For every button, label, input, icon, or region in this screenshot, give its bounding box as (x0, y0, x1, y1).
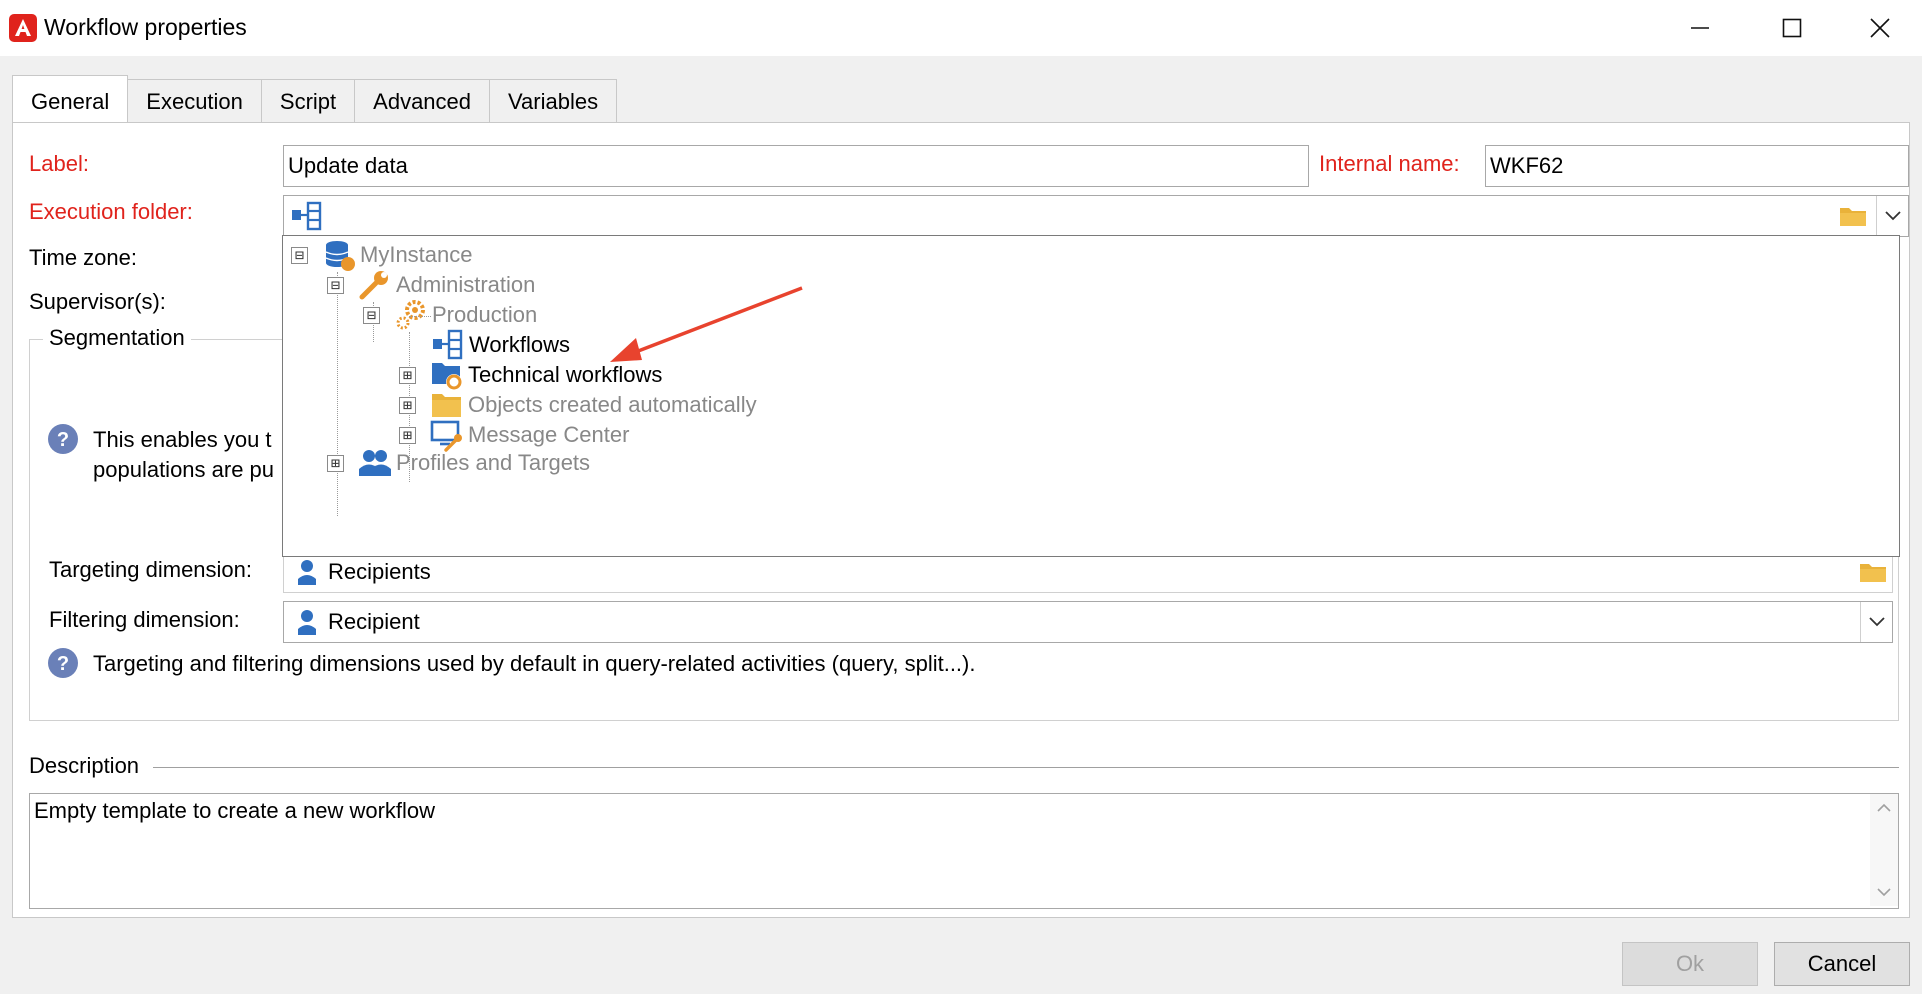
tab-variables[interactable]: Variables (489, 79, 618, 123)
supervisors-caption: Supervisor(s): (29, 289, 166, 314)
chevron-down-icon (1884, 211, 1901, 221)
internal-name-input[interactable]: WKF62 (1485, 145, 1909, 187)
workflow-icon (292, 201, 322, 231)
filtering-dimension-select[interactable]: Recipient (283, 601, 1893, 643)
collapse-icon[interactable]: ⊟ (363, 306, 380, 324)
maximize-icon (1782, 18, 1802, 38)
scroll-down-icon[interactable] (1870, 880, 1898, 904)
gears-icon (396, 300, 425, 330)
segmentation-title: Segmentation (43, 325, 191, 351)
tree-node-label: MyInstance (360, 242, 473, 267)
tree-node-label: Workflows (469, 332, 571, 357)
expand-icon[interactable]: ⊞ (399, 396, 416, 414)
scroll-up-icon[interactable] (1870, 796, 1898, 820)
dimensions-help-text: Targeting and filtering dimensions used … (93, 651, 976, 676)
filtering-dropdown-button[interactable] (1860, 602, 1892, 642)
database-icon (325, 241, 355, 271)
tree-node-label: Production (432, 302, 538, 327)
execution-folder-caption: Execution folder: (29, 199, 193, 224)
folder-icon (1840, 208, 1866, 226)
tree-line (409, 316, 431, 317)
tree-node-myinstance[interactable]: ⊟ MyInstance (291, 238, 473, 272)
help-icon: ? (48, 648, 78, 678)
tab-advanced[interactable]: Advanced (354, 79, 491, 123)
filtering-dimension-caption: Filtering dimension: (49, 607, 240, 632)
filtering-dimension-value: Recipient (328, 609, 420, 634)
description-textarea[interactable]: Empty template to create a new workflow (29, 793, 1899, 909)
cancel-button[interactable]: Cancel (1774, 942, 1910, 986)
ok-button[interactable]: Ok (1622, 942, 1758, 986)
tree-node-production[interactable]: ⊟ Production (363, 298, 537, 332)
folder-icon (432, 394, 461, 417)
minimize-button[interactable] (1654, 0, 1746, 56)
collapse-icon[interactable]: ⊟ (327, 276, 344, 294)
wrench-icon (359, 271, 388, 300)
technical-workflows-icon (432, 363, 462, 390)
folder-tree-dropdown[interactable]: ⊟ MyInstance ⊟ Administration ⊟ Producti… (282, 235, 1900, 557)
tree-node-administration[interactable]: ⊟ Administration (327, 268, 535, 302)
time-zone-caption: Time zone: (29, 245, 138, 270)
targeting-dimension-caption: Targeting dimension: (49, 557, 253, 582)
folder-icon (1860, 564, 1886, 582)
tree-node-label: Administration (396, 272, 536, 297)
execution-folder-field[interactable] (283, 195, 1909, 237)
segmentation-help-line1: This enables you t (93, 427, 272, 452)
tree-node-label: Objects created automatically (468, 392, 757, 417)
label-caption: Label: (29, 151, 89, 176)
description-divider (153, 767, 1899, 768)
svg-text:?: ? (57, 653, 69, 675)
tree-node-objects-created[interactable]: ⊞ Objects created automatically (399, 388, 757, 422)
minimize-icon (1691, 27, 1709, 29)
targeting-dimension-value: Recipients (328, 559, 431, 584)
tab-execution[interactable]: Execution (127, 79, 262, 123)
recipient-icon (298, 610, 316, 635)
segmentation-help-line2: populations are pu (93, 457, 275, 482)
recipient-icon (298, 560, 316, 585)
title-bar: Workflow properties (0, 0, 1922, 56)
expand-icon[interactable]: ⊞ (327, 454, 344, 472)
chevron-down-icon (1868, 617, 1885, 627)
help-icon: ? (48, 424, 78, 454)
annotation-arrow (610, 286, 803, 362)
internal-name-caption: Internal name: (1319, 151, 1460, 176)
expand-icon[interactable]: ⊞ (399, 366, 416, 384)
tree-node-profiles-and-targets[interactable]: ⊞ Profiles and Targets (327, 446, 590, 480)
tree-node-label: Message Center (468, 422, 630, 447)
tree-node-label: Profiles and Targets (396, 450, 591, 475)
close-button[interactable] (1834, 0, 1922, 56)
label-input[interactable]: Update data (283, 145, 1309, 187)
description-scrollbar[interactable] (1870, 794, 1898, 906)
profiles-icon (359, 450, 391, 476)
execution-folder-dropdown-button[interactable] (1876, 196, 1908, 236)
description-value: Empty template to create a new workflow (34, 798, 436, 823)
tree-node-workflows[interactable]: Workflows (431, 328, 570, 362)
collapse-icon[interactable]: ⊟ (291, 246, 308, 264)
maximize-button[interactable] (1746, 0, 1838, 56)
browse-folder-button[interactable] (1834, 196, 1872, 236)
description-title: Description (29, 753, 140, 778)
browse-targeting-button[interactable] (1854, 552, 1892, 592)
tab-bar: General Execution Script Advanced Variab… (12, 75, 618, 123)
svg-text:?: ? (57, 429, 69, 451)
tab-script[interactable]: Script (260, 79, 356, 123)
tab-general[interactable]: General (12, 75, 129, 123)
targeting-dimension-field[interactable]: Recipients (283, 551, 1893, 593)
close-icon (1870, 18, 1890, 38)
window-title: Workflow properties (44, 14, 247, 40)
app-logo-icon (9, 14, 37, 42)
expand-icon[interactable]: ⊞ (399, 426, 416, 444)
workflow-icon (433, 329, 463, 360)
